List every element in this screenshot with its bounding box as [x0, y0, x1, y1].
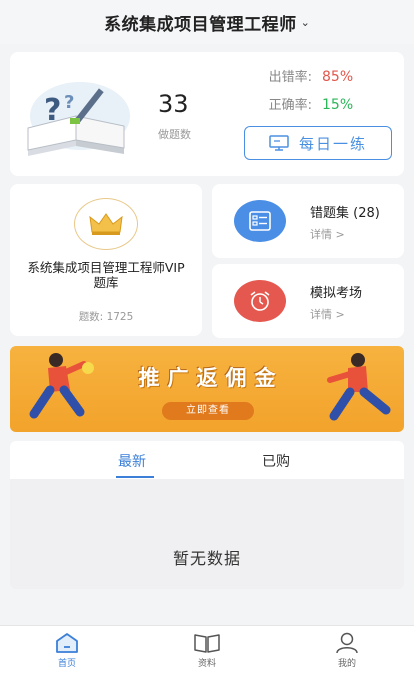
- promotion-banner[interactable]: 推广返佣金 立即查看: [10, 346, 404, 432]
- banner-view-button[interactable]: 立即查看: [162, 402, 254, 420]
- tabs-bar: 最新 已购: [10, 441, 404, 479]
- book-question-illustration: ? ?: [27, 82, 130, 156]
- vip-question-bank-card[interactable]: 系统集成项目管理工程师VIP题库 题数: 1725: [10, 184, 202, 336]
- correct-rate-row: 正确率: 15%: [269, 94, 362, 113]
- daily-practice-button[interactable]: 每日一练: [244, 126, 392, 160]
- exam-title-selector[interactable]: 系统集成项目管理工程师: [104, 10, 297, 35]
- answered-count-label: 做题数: [158, 128, 191, 141]
- monitor-icon: [269, 135, 289, 151]
- banner-title: 推广返佣金: [138, 366, 284, 390]
- running-person-right-illustration: [327, 353, 391, 421]
- correct-rate-label: 正确率:: [268, 98, 312, 113]
- top-header: 系统集成项目管理工程师 ⌄: [0, 0, 414, 44]
- nav-mine-label: 我的: [337, 659, 356, 669]
- active-tab-indicator: [116, 476, 154, 478]
- nav-materials-label: 资料: [197, 659, 216, 669]
- wrong-questions-card[interactable]: 错题集 (28) 详情 >: [212, 184, 404, 258]
- list-document-icon: [249, 211, 271, 231]
- error-rate-row: 出错率: 85%: [269, 66, 362, 85]
- vip-bank-title: 系统集成项目管理工程师VIP题库: [27, 260, 185, 290]
- stats-card: ? ? 33 做题数 出错率: 85% 正确率: 15% 每日一练: [10, 52, 404, 176]
- alarm-clock-icon: [250, 291, 270, 311]
- tab-latest[interactable]: 最新: [118, 451, 146, 471]
- home-icon: [56, 633, 78, 653]
- svg-text:?: ?: [64, 92, 74, 113]
- user-icon: [336, 632, 358, 654]
- error-rate-label: 出错率:: [268, 70, 312, 85]
- mock-exam-title: 模拟考场: [310, 286, 363, 301]
- wrong-questions-title: 错题集 (28): [310, 206, 380, 221]
- correct-rate-value: 15%: [322, 97, 354, 113]
- nav-home-label: 首页: [57, 659, 76, 669]
- chevron-down-icon[interactable]: ⌄: [301, 16, 310, 29]
- wrong-questions-icon-circle: [234, 200, 286, 242]
- content-tabs-panel: 最新 已购 暂无数据: [10, 441, 404, 589]
- answered-count: 33: [158, 90, 189, 118]
- daily-practice-label: 每日一练: [298, 134, 367, 153]
- tab-purchased[interactable]: 已购: [262, 451, 290, 471]
- vip-question-count: 题数: 1725: [78, 311, 134, 323]
- mock-exam-detail-link[interactable]: 详情 >: [310, 306, 345, 322]
- error-rate-value: 85%: [322, 69, 354, 85]
- mock-exam-icon-circle: [234, 280, 286, 322]
- crown-icon: [89, 213, 123, 235]
- nav-materials[interactable]: 资料: [177, 632, 237, 669]
- book-icon: [194, 634, 220, 653]
- wrong-questions-detail-link[interactable]: 详情 >: [310, 226, 345, 242]
- empty-state-text: 暂无数据: [172, 549, 241, 568]
- running-person-left-illustration: [29, 353, 94, 419]
- nav-mine[interactable]: 我的: [317, 632, 377, 669]
- svg-text:?: ?: [44, 93, 61, 128]
- mock-exam-card[interactable]: 模拟考场 详情 >: [212, 264, 404, 338]
- bottom-navigation: 首页 资料 我的: [0, 625, 414, 674]
- crown-badge: [74, 198, 138, 250]
- nav-home[interactable]: 首页: [37, 632, 97, 669]
